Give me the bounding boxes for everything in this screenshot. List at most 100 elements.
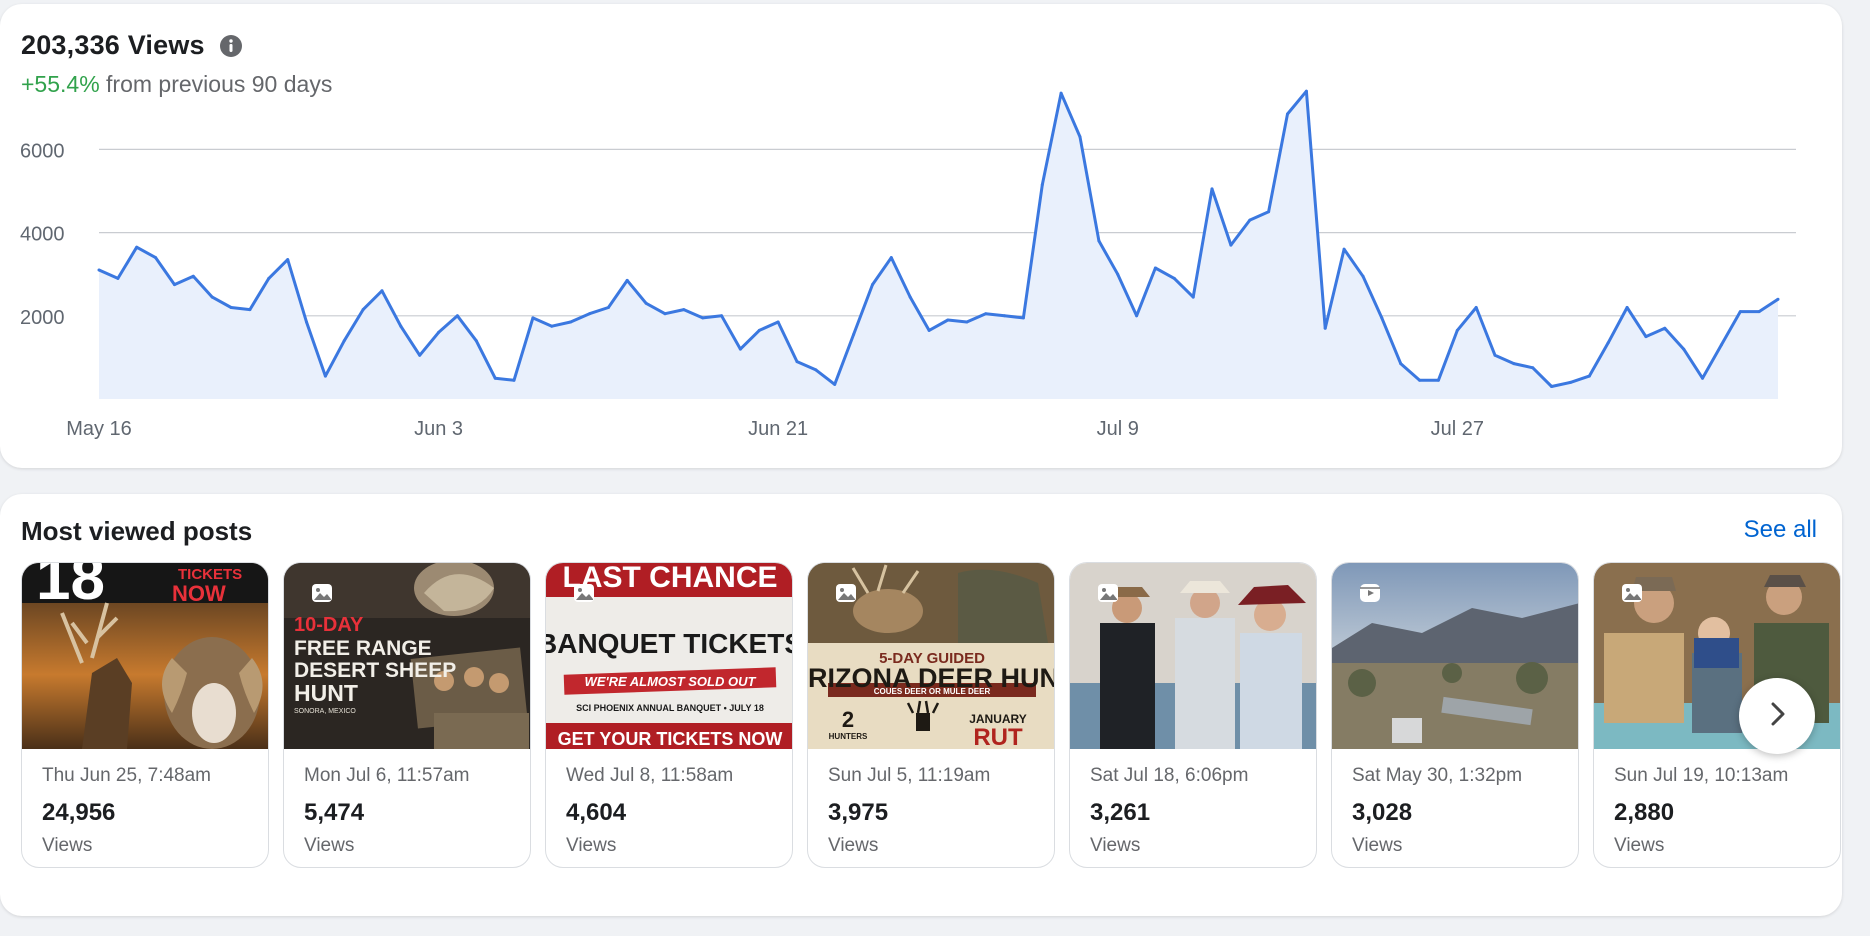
post-date: Mon Jul 6, 11:57am [304,765,470,786]
chart-point [1380,316,1384,320]
chart-point [135,245,139,249]
post-date: Sat May 30, 1:32pm [1352,765,1523,786]
chart-point [342,339,346,343]
post-date: Sun Jul 19, 10:13am [1614,765,1789,786]
chart-point [1682,347,1686,351]
chart-point [248,308,252,312]
chart-point [1776,297,1780,301]
chart-point [776,320,780,324]
chart-point [1153,266,1157,270]
chart-point [1304,89,1308,93]
chart-point [682,308,686,312]
chart-xtick-label: Jul 27 [1431,418,1484,440]
chart-point [399,324,403,328]
chart-point [1078,135,1082,139]
chart-point [97,268,101,272]
thumb-text: 18 [36,563,105,613]
post-views-label: Views [1090,835,1141,856]
chart-point [871,283,874,287]
thumb-text: BANQUET TICKETS [546,628,793,659]
post-views-label: Views [1352,835,1403,856]
post-thumbnail [1332,563,1578,749]
photo-icon [310,581,334,605]
chart-point [455,314,459,318]
chart-point [1701,376,1704,380]
see-all-link[interactable]: See all [1744,516,1817,544]
post-card[interactable]: 18 TICKETS NOW Thu Jun 25, 7:48am 24,956… [21,562,269,868]
posts-carousel: 18 TICKETS NOW Thu Jun 25, 7:48am 24,956… [21,562,1842,868]
carousel-next-button[interactable] [1739,678,1815,754]
chart-point [852,333,856,336]
photo-icon [572,581,596,605]
chart-point [418,353,422,357]
chart-xtick-label: May 16 [66,418,132,440]
thumb-text: 10-DAY [294,614,364,636]
chart-point [1342,247,1346,251]
post-card[interactable]: 5-DAY GUIDED ARIZONA DEER HUNT COUES DEE… [807,562,1055,868]
post-thumbnail [1070,563,1316,749]
chart-point [927,328,931,332]
chart-point [437,330,441,334]
thumb-text: HUNT [294,680,358,706]
chart-point [625,278,629,282]
chart-point [1135,314,1139,318]
chart-area-fill [99,91,1778,399]
chart-point [1493,353,1497,357]
chart-point [1116,272,1120,276]
photo-icon [834,581,858,605]
chart-point [191,274,195,278]
chart-point [1531,366,1535,370]
chart-point [1323,326,1327,330]
chart-point [1418,378,1422,382]
post-card[interactable]: Sat Jul 18, 6:06pm 3,261 Views [1069,562,1317,868]
post-date: Sat Jul 18, 6:06pm [1090,765,1249,786]
chart-point [512,378,516,382]
thumb-text: WE'RE ALMOST SOLD OUT [585,674,757,689]
thumb-text: RUT [973,724,1023,749]
chart-point [1757,310,1761,314]
post-date: Wed Jul 8, 11:58am [566,765,734,786]
thumb-text: 2 [842,707,854,732]
chart-point [361,308,365,312]
chart-point [1455,328,1459,332]
chart-point [946,318,950,322]
chart-xtick-label: Jun 21 [748,418,808,440]
chart-point [116,276,120,280]
photo-icon [1096,581,1120,605]
chart-point [757,328,761,332]
post-views-count: 3,261 [1090,799,1151,826]
chart-xtick-label: Jun 3 [414,418,463,440]
chart-point [154,256,158,260]
chart-point [889,256,893,260]
thumb-text: DESERT SHEEP [294,659,456,682]
chart-point [1474,306,1478,309]
chevron-right-icon [1762,699,1792,734]
post-card[interactable]: 10-DAY FREE RANGE DESERT SHEEP HUNT SONO… [283,562,531,868]
chart-point [644,301,648,305]
chart-point [1738,310,1742,314]
post-card[interactable]: Sat May 30, 1:32pm 3,028 Views [1331,562,1579,868]
chart-point [1097,239,1101,243]
post-thumbnail: 10-DAY FREE RANGE DESERT SHEEP HUNT SONO… [284,563,530,749]
chart-point [569,320,573,324]
chart-point [795,360,799,364]
chart-point [1719,343,1723,347]
chart-point [588,312,591,316]
chart-point [908,295,912,299]
chart-point [305,320,308,324]
post-views-count: 24,956 [42,799,116,826]
post-card[interactable]: LAST CHANCE BANQUET TICKETS WE'RE ALMOST… [545,562,793,868]
post-views-label: Views [828,835,879,856]
chart-point [1399,362,1403,366]
post-views-label: Views [42,835,93,856]
chart-point [1625,306,1629,309]
chart-point [720,314,724,318]
chart-point [833,382,837,386]
views-card: 203,336 Views +55.4% from previous 90 da… [0,4,1842,468]
chart-point [701,316,705,320]
chart-point [663,312,667,316]
chart-point [1021,316,1025,320]
post-thumbnail: 18 TICKETS NOW [22,563,268,749]
post-date: Sun Jul 5, 11:19am [828,765,991,786]
chart-point [1569,380,1572,384]
